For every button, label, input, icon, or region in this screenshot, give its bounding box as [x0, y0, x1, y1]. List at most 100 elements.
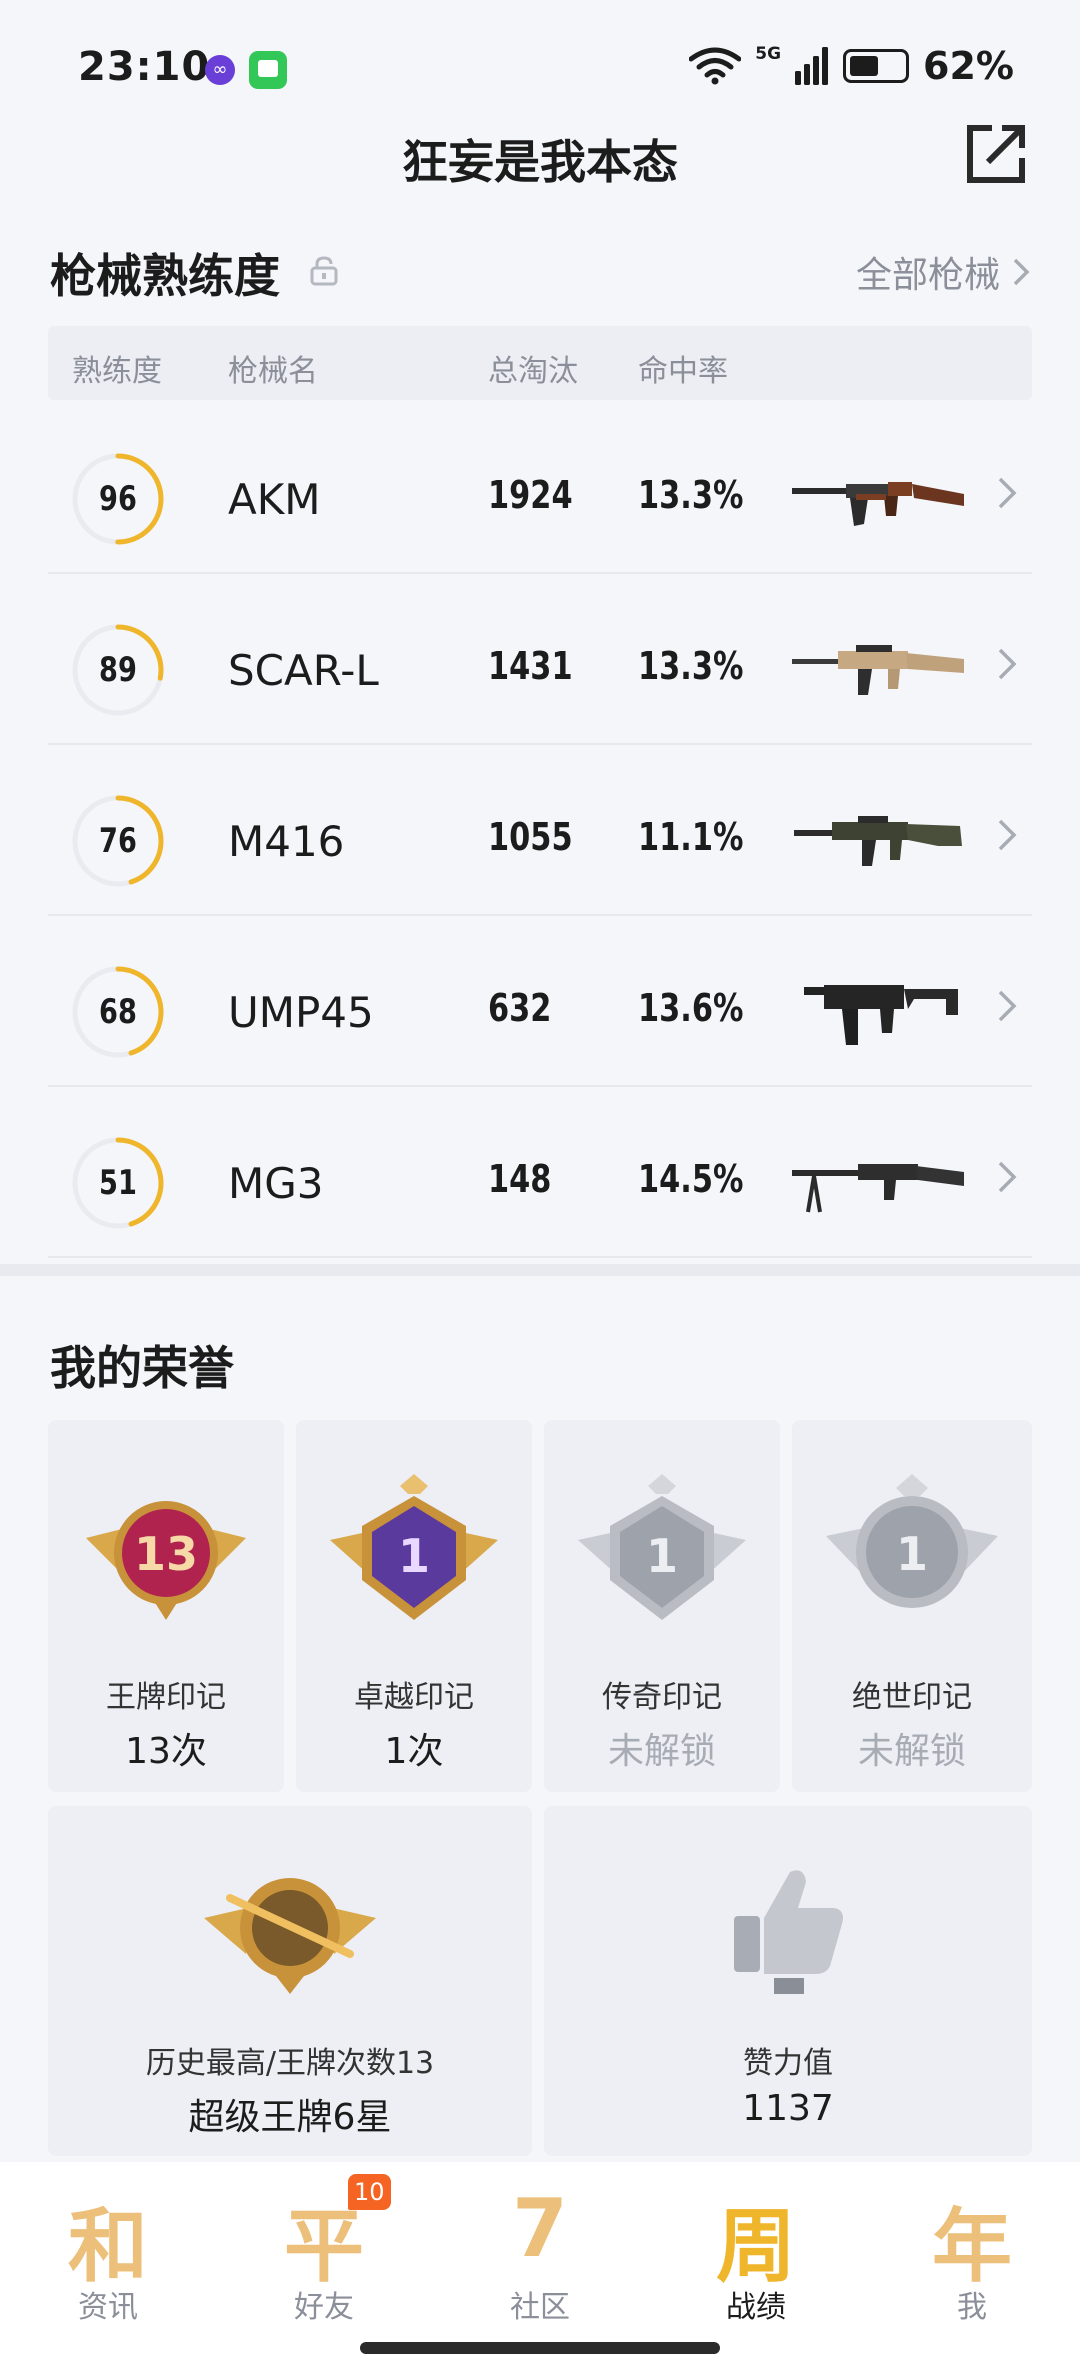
gun-kills: 1431: [488, 644, 573, 688]
gun-name: MG3: [228, 1159, 324, 1208]
honor-value: 13次: [125, 1731, 207, 1772]
gun-name: UMP45: [228, 988, 374, 1037]
gun-hit-rate: 13.3%: [638, 473, 744, 517]
battery-icon: [843, 49, 910, 83]
app-notification-icon: ∞: [205, 55, 235, 85]
honor-label: 王牌印记: [106, 1680, 226, 1715]
honor-label: 卓越印记: [354, 1680, 474, 1715]
likes-value: 1137: [742, 2088, 834, 2129]
section-divider: [0, 1264, 1080, 1276]
nav-label: 战绩: [726, 2290, 786, 2325]
ump45-smg-icon: [804, 985, 958, 1045]
signal-icon: [795, 47, 829, 85]
gun-name: AKM: [228, 475, 321, 524]
col-gun-name: 枪械名: [228, 354, 318, 389]
status-bar: 23:10 ∞ 5G 62%: [0, 0, 1080, 130]
unread-badge: 10: [348, 2174, 391, 2210]
wifi-icon: [689, 47, 742, 85]
chevron-right-icon: [998, 1161, 1017, 1193]
badge-number: 13: [134, 1527, 198, 1581]
gun-hit-rate: 14.5%: [638, 1157, 744, 1201]
peerless-badge-icon: 1: [826, 1474, 998, 1608]
chevron-right-icon: [998, 477, 1017, 509]
nav-label: 社区: [510, 2290, 570, 2325]
nav-tab-news[interactable]: 和 资讯: [0, 2162, 216, 2378]
scar-rifle-icon: [792, 645, 964, 695]
gun-kills: 632: [488, 986, 552, 1030]
battery-percent: 62%: [923, 44, 1014, 88]
badge-number: 1: [398, 1529, 430, 1583]
super-ace-badge-icon: [204, 1878, 376, 1994]
col-hit-rate: 命中率: [638, 354, 728, 389]
honor-card-ace[interactable]: 13 王牌印记 13次: [48, 1420, 284, 1792]
gun-row-m416[interactable]: 76 M416 1055 11.1%: [48, 745, 1032, 916]
gun-name: SCAR-L: [228, 646, 379, 695]
highest-tier-label: 历史最高/王牌次数13: [145, 2046, 435, 2081]
honor-card-peerless[interactable]: 1 绝世印记 未解锁: [792, 1420, 1032, 1792]
likes-card[interactable]: 赞力值 1137: [544, 1806, 1032, 2156]
ace-badge-icon: 13: [86, 1501, 246, 1620]
gun-kills: 148: [488, 1157, 552, 1201]
chevron-right-icon: [998, 648, 1017, 680]
highest-tier-card[interactable]: 历史最高/王牌次数13 超级王牌6星: [48, 1806, 532, 2156]
honor-label: 传奇印记: [602, 1680, 722, 1715]
honor-card-excellence[interactable]: 1 卓越印记 1次: [296, 1420, 532, 1792]
status-indicators: 5G 62%: [689, 44, 1014, 88]
nav-label: 我: [957, 2290, 987, 2325]
mg3-lmg-icon: [792, 1164, 964, 1213]
honor-label: 绝世印记: [852, 1680, 972, 1715]
m416-rifle-icon: [794, 816, 962, 866]
nav-glyph-icon: 和: [68, 2200, 148, 2293]
nav-tab-me[interactable]: 年 我: [864, 2162, 1080, 2378]
thumbs-up-icon: [734, 1870, 843, 1994]
chevron-right-icon: [998, 990, 1017, 1022]
nav-label: 好友: [294, 2290, 354, 2325]
likes-label: 赞力值: [743, 2046, 833, 2081]
mastery-level: 51: [99, 1163, 137, 1203]
nav-label: 资讯: [78, 2290, 138, 2325]
gun-row-mg3[interactable]: 51 MG3 148 14.5%: [48, 1087, 1032, 1258]
gun-row-ump45[interactable]: 68 UMP45 632 13.6%: [48, 916, 1032, 1087]
lock-icon[interactable]: [310, 256, 338, 286]
honor-value: 未解锁: [607, 1731, 716, 1772]
chevron-right-icon: [998, 819, 1017, 851]
home-indicator[interactable]: [360, 2342, 720, 2354]
honor-value: 未解锁: [857, 1731, 966, 1772]
mastery-section-title: 枪械熟练度: [50, 249, 280, 303]
akm-rifle-icon: [792, 482, 964, 526]
gun-row-akm[interactable]: 96 AKM 1924 13.3%: [48, 403, 1032, 574]
gun-hit-rate: 13.3%: [638, 644, 744, 688]
gun-hit-rate: 11.1%: [638, 815, 744, 859]
highest-tier-value: 超级王牌6星: [188, 2097, 392, 2138]
honor-value: 1次: [384, 1731, 444, 1772]
all-guns-link[interactable]: 全部枪械: [856, 246, 1030, 298]
nav-glyph-icon: 平: [284, 2200, 364, 2293]
mastery-level: 76: [99, 821, 137, 861]
gun-row-scar-l[interactable]: 89 SCAR-L 1431 13.3%: [48, 574, 1032, 745]
gun-kills: 1055: [488, 815, 573, 859]
page-title: 狂妄是我本态: [402, 135, 678, 189]
honor-card-legend[interactable]: 1 传奇印记 未解锁: [544, 1420, 780, 1792]
badge-number: 1: [646, 1529, 678, 1583]
mastery-level: 96: [99, 479, 137, 519]
gun-name: M416: [228, 817, 345, 866]
mastery-level: 68: [99, 992, 137, 1032]
mastery-table-header: 熟练度 枪械名 总淘汰 命中率: [48, 326, 1032, 400]
honors-section-title: 我的荣誉: [50, 1341, 234, 1395]
legend-badge-icon: 1: [578, 1474, 746, 1620]
chevron-right-icon: [1013, 258, 1030, 286]
all-guns-label: 全部枪械: [855, 255, 1000, 296]
col-mastery: 熟练度: [72, 354, 162, 389]
message-app-icon: [249, 51, 287, 89]
nav-glyph-icon: 年: [932, 2200, 1012, 2293]
mastery-level: 89: [99, 650, 137, 690]
share-icon[interactable]: [964, 122, 1028, 186]
status-time: 23:10: [78, 44, 211, 90]
col-total-kills: 总淘汰: [488, 354, 578, 389]
badge-number: 1: [896, 1527, 928, 1581]
nav-glyph-icon: 周: [716, 2200, 796, 2293]
excellence-badge-icon: 1: [330, 1474, 498, 1620]
network-type: 5G: [755, 44, 782, 64]
nav-glyph-icon: 7: [512, 2182, 568, 2275]
gun-hit-rate: 13.6%: [638, 986, 744, 1030]
